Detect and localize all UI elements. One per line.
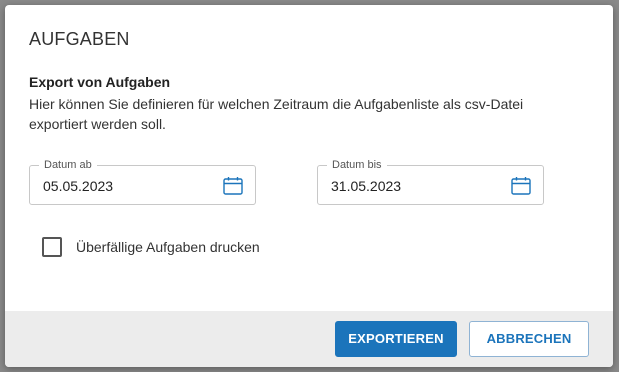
export-button[interactable]: EXPORTIEREN — [335, 321, 457, 357]
overdue-checkbox-label[interactable]: Überfällige Aufgaben drucken — [76, 239, 260, 255]
calendar-icon-svg — [511, 177, 531, 195]
export-dialog: AUFGABEN Export von Aufgaben Hier können… — [5, 5, 613, 367]
section-heading: Export von Aufgaben — [29, 74, 171, 90]
section-description: Hier können Sie definieren für welchen Z… — [29, 96, 524, 132]
date-to-value[interactable]: 31.05.2023 — [331, 178, 401, 194]
date-from-value[interactable]: 05.05.2023 — [43, 178, 113, 194]
calendar-icon-svg — [223, 177, 243, 195]
calendar-icon[interactable] — [223, 176, 243, 196]
overdue-checkbox[interactable] — [42, 237, 62, 257]
dialog-title: AUFGABEN — [29, 29, 130, 49]
date-to-field[interactable]: Datum bis 31.05.2023 — [317, 158, 544, 205]
date-from-field[interactable]: Datum ab 05.05.2023 — [29, 158, 256, 205]
dialog-footer: EXPORTIEREN ABBRECHEN — [5, 311, 613, 367]
calendar-icon[interactable] — [511, 176, 531, 196]
date-from-label: Datum ab — [39, 158, 97, 172]
cancel-button[interactable]: ABBRECHEN — [469, 321, 589, 357]
date-to-label: Datum bis — [327, 158, 387, 172]
